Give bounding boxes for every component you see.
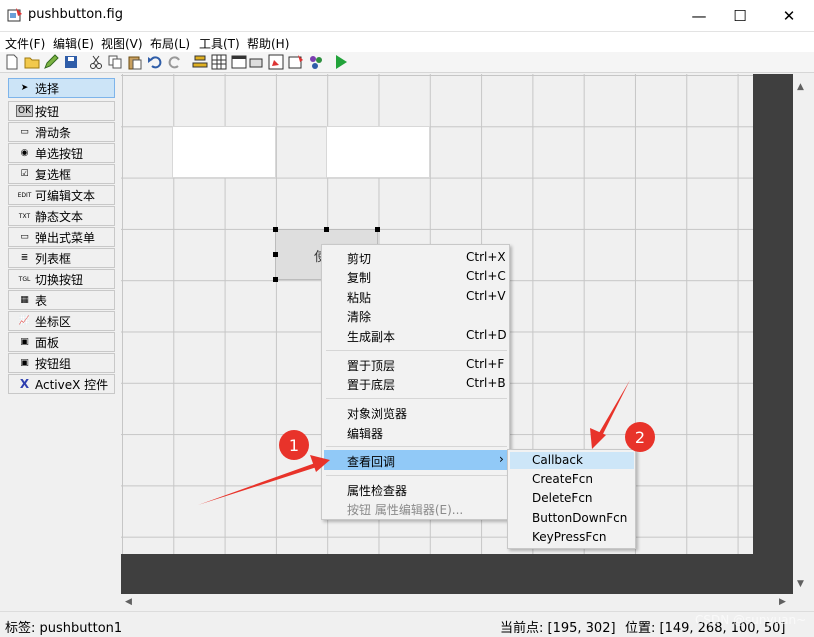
watermark: CSDN @sunyuan~ <box>695 613 807 627</box>
annotation-number-2: 2 <box>635 428 645 447</box>
annotation-overlay: 1 2 <box>198 380 655 505</box>
annotation-arrow-1 <box>198 462 320 505</box>
annotation-arrow-2 <box>596 380 630 440</box>
status-current-point: 当前点: [195, 302] <box>500 621 616 636</box>
annotation-number-1: 1 <box>289 436 299 455</box>
status-bar: 标签: pushbutton1 当前点: [195, 302] 位置: [149… <box>0 611 814 637</box>
status-tag: 标签: pushbutton1 <box>5 621 123 636</box>
annotation-arrowhead-1 <box>310 455 330 472</box>
